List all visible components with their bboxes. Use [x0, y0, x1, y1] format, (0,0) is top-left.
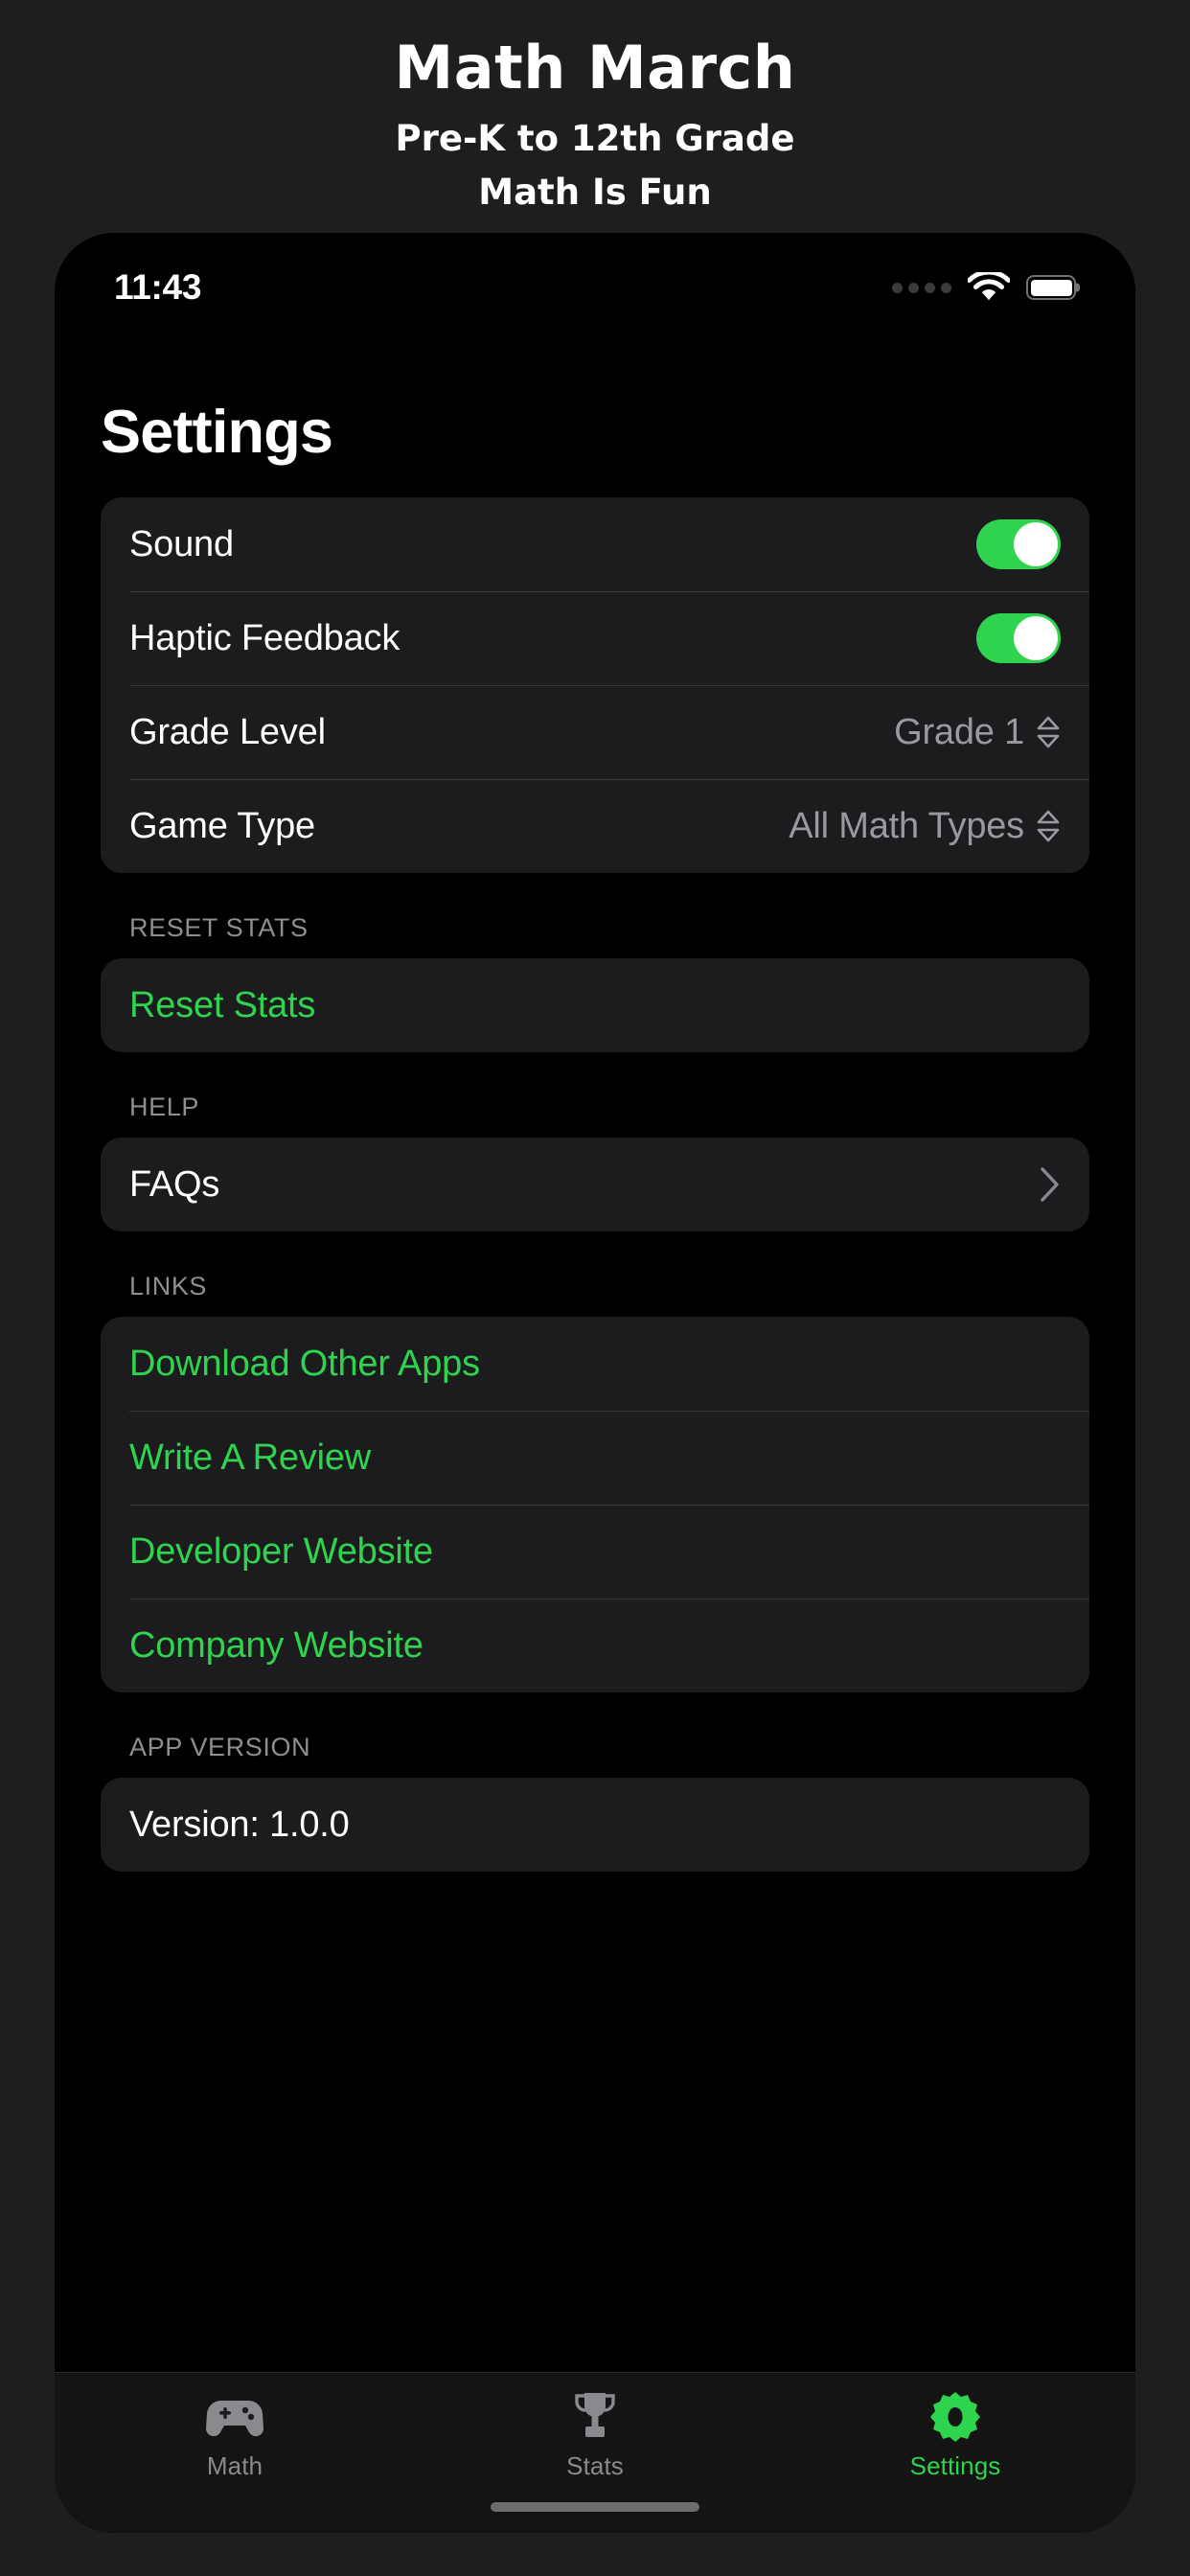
row-app-version: Version: 1.0.0 [101, 1778, 1089, 1872]
game-type-picker[interactable]: All Math Types [789, 806, 1061, 847]
home-indicator[interactable] [491, 2502, 699, 2512]
grade-level-picker[interactable]: Grade 1 [894, 712, 1061, 753]
status-bar-time: 11:43 [114, 267, 202, 307]
row-write-a-review[interactable]: Write A Review [101, 1411, 1089, 1505]
gear-icon [928, 2390, 982, 2444]
section-header-reset-stats: RESET STATS [129, 913, 309, 942]
promo-subtitle-line2: Math Is Fun [478, 172, 712, 214]
company-website-link[interactable]: Company Website [129, 1625, 423, 1667]
screenshot-root: Math March Pre-K to 12th Grade Math Is F… [0, 0, 1190, 2576]
section-header-app-version: APP VERSION [129, 1733, 311, 1761]
settings-card: Sound Haptic Feedback Grade Level Grade … [101, 497, 1089, 873]
chevron-right-icon [1040, 1166, 1061, 1203]
tab-math[interactable]: Math [55, 2390, 415, 2481]
row-label-game-type: Game Type [129, 805, 315, 846]
app-version-card: Version: 1.0.0 [101, 1778, 1089, 1872]
row-game-type[interactable]: Game Type All Math Types [101, 779, 1089, 873]
download-other-apps-link[interactable]: Download Other Apps [129, 1344, 480, 1385]
status-bar-icons [892, 272, 1076, 303]
page-title: Settings [101, 399, 333, 466]
row-haptic-feedback[interactable]: Haptic Feedback [101, 591, 1089, 685]
haptic-feedback-toggle[interactable] [976, 613, 1061, 663]
section-header-help: HELP [129, 1092, 199, 1121]
faqs-label: FAQs [129, 1163, 220, 1205]
row-label-grade-level: Grade Level [129, 711, 326, 752]
row-developer-website[interactable]: Developer Website [101, 1505, 1089, 1598]
promo-title: Math March [394, 33, 796, 103]
promo-subtitle-line1: Pre-K to 12th Grade [395, 118, 795, 160]
phone-screen: 11:43 Settings Sound Haptic Feedback Gra… [55, 233, 1135, 2533]
promo-header: Math March Pre-K to 12th Grade Math Is F… [0, 0, 1190, 215]
row-faqs[interactable]: FAQs [101, 1138, 1089, 1231]
chevron-up-down-icon [1036, 809, 1061, 843]
battery-full-icon [1026, 275, 1076, 300]
tab-label-stats: Stats [566, 2451, 624, 2480]
chevron-up-down-icon [1036, 715, 1061, 749]
reset-stats-card: Reset Stats [101, 958, 1089, 1052]
gamepad-icon [205, 2390, 264, 2444]
game-type-value: All Math Types [789, 805, 1024, 846]
status-bar: 11:43 [55, 233, 1135, 321]
phone-frame: 11:43 Settings Sound Haptic Feedback Gra… [55, 233, 1135, 2533]
tab-label-settings: Settings [909, 2451, 1001, 2480]
grade-level-value: Grade 1 [894, 711, 1024, 752]
tab-settings[interactable]: Settings [775, 2390, 1135, 2481]
section-header-links: LINKS [129, 1272, 208, 1300]
links-card: Download Other Apps Write A Review Devel… [101, 1317, 1089, 1692]
reset-stats-button[interactable]: Reset Stats [129, 985, 315, 1026]
app-version-value: Version: 1.0.0 [129, 1804, 350, 1845]
cellular-signal-icon [892, 282, 951, 293]
trophy-icon [570, 2390, 620, 2444]
row-company-website[interactable]: Company Website [101, 1598, 1089, 1692]
write-a-review-link[interactable]: Write A Review [129, 1438, 371, 1479]
sound-toggle[interactable] [976, 519, 1061, 569]
row-download-other-apps[interactable]: Download Other Apps [101, 1317, 1089, 1411]
tab-stats[interactable]: Stats [415, 2390, 775, 2481]
row-grade-level[interactable]: Grade Level Grade 1 [101, 685, 1089, 779]
row-label-sound: Sound [129, 523, 234, 564]
settings-scroll-view[interactable]: Settings Sound Haptic Feedback Grade Lev… [55, 321, 1135, 2533]
row-reset-stats[interactable]: Reset Stats [101, 958, 1089, 1052]
wifi-icon [968, 272, 1010, 303]
tab-label-math: Math [206, 2451, 263, 2480]
help-card: FAQs [101, 1138, 1089, 1231]
row-label-haptic-feedback: Haptic Feedback [129, 617, 400, 658]
developer-website-link[interactable]: Developer Website [129, 1531, 433, 1573]
row-sound[interactable]: Sound [101, 497, 1089, 591]
